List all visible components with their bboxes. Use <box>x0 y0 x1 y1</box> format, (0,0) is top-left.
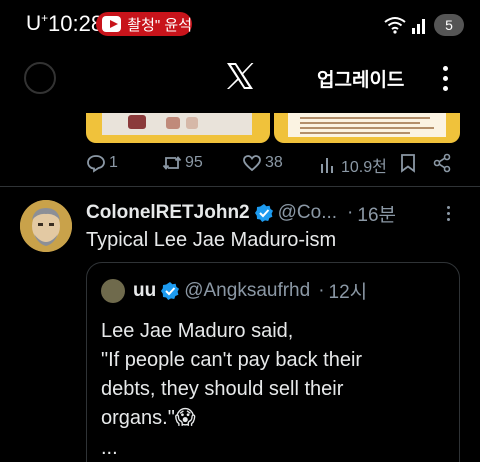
quoted-tweet-card[interactable]: uu @Angksaufrhd · 12시 Lee Jae Maduro sai… <box>86 262 460 462</box>
reply-icon <box>87 155 105 173</box>
previous-tweet-actions: 1 95 38 10.9천 <box>86 153 460 177</box>
quoted-text-ellipsis: ... <box>101 437 118 459</box>
retweet-button[interactable]: 95 <box>162 153 203 173</box>
time-separator: · <box>347 202 354 223</box>
media-image-right[interactable] <box>274 113 460 143</box>
quoted-text-line: "If people can't pay back their <box>101 349 363 371</box>
verified-badge-icon <box>161 281 180 300</box>
analytics-icon <box>321 158 333 173</box>
view-count: 10.9천 <box>341 159 387 176</box>
quoted-tweet-text: Lee Jae Maduro said, "If people can't pa… <box>101 317 362 433</box>
like-button[interactable]: 38 <box>242 153 283 173</box>
status-time: 10:28 <box>48 11 104 36</box>
recording-label: 촬청" 윤석 <box>127 16 192 34</box>
x-logo-icon[interactable] <box>224 60 256 92</box>
quoted-text-line: organs."😱 <box>101 407 196 429</box>
quoted-tweet-time: 12시 <box>328 282 368 303</box>
top-header: 업그레이드 <box>0 50 480 110</box>
author-handle[interactable]: @Co... <box>278 202 337 224</box>
quoted-tweet-header: uu @Angksaufrhd · 12시 <box>101 277 367 304</box>
carrier-label: U+ <box>26 11 49 35</box>
retweet-icon <box>162 156 182 170</box>
record-icon <box>102 16 122 32</box>
views-button[interactable]: 10.9천 <box>318 153 387 177</box>
reply-count: 1 <box>109 154 118 171</box>
like-count: 38 <box>265 154 283 171</box>
signal-icon <box>412 19 425 34</box>
previous-tweet-media[interactable] <box>86 113 460 143</box>
author-avatar[interactable] <box>20 200 72 252</box>
verified-badge-icon <box>254 204 273 222</box>
battery-icon: 5 <box>434 14 464 36</box>
share-icon <box>433 153 451 173</box>
profile-avatar[interactable] <box>24 62 56 94</box>
quoted-author-name: uu <box>133 279 157 301</box>
more-options-icon[interactable] <box>443 66 449 92</box>
bookmark-button[interactable] <box>398 153 418 173</box>
quoted-author-handle: @Angksaufrhd <box>184 279 311 301</box>
quoted-text-line: Lee Jae Maduro said, <box>101 320 294 342</box>
bookmark-icon <box>401 154 415 173</box>
quoted-text-line: debts, they should sell their <box>101 378 344 400</box>
tweet-text: Typical Lee Jae Maduro-ism <box>86 229 337 251</box>
quoted-author-avatar <box>101 278 125 303</box>
system-icons: 5 <box>384 14 464 36</box>
wifi-icon <box>384 17 406 34</box>
retweet-count: 95 <box>185 154 203 171</box>
tweet-time[interactable]: 16분 <box>357 200 396 227</box>
media-image-left[interactable] <box>86 113 270 143</box>
screen-recording-indicator[interactable]: 촬청" 윤석 <box>96 12 192 36</box>
quoted-time-separator: · <box>318 279 325 301</box>
author-name[interactable]: ColonelRETJohn2 <box>86 202 250 224</box>
reply-button[interactable]: 1 <box>86 153 118 173</box>
tweet-more-icon[interactable] <box>447 206 451 222</box>
upgrade-button[interactable]: 업그레이드 <box>317 65 404 92</box>
share-button[interactable] <box>432 153 452 173</box>
author-avatar-image <box>20 200 72 252</box>
tweet-divider <box>0 186 480 187</box>
heart-icon <box>243 155 261 172</box>
tweet-header: ColonelRETJohn2 @Co... · 16분 <box>86 200 466 226</box>
status-bar: U+ 10:28 촬청" 윤석 5 <box>0 0 480 46</box>
